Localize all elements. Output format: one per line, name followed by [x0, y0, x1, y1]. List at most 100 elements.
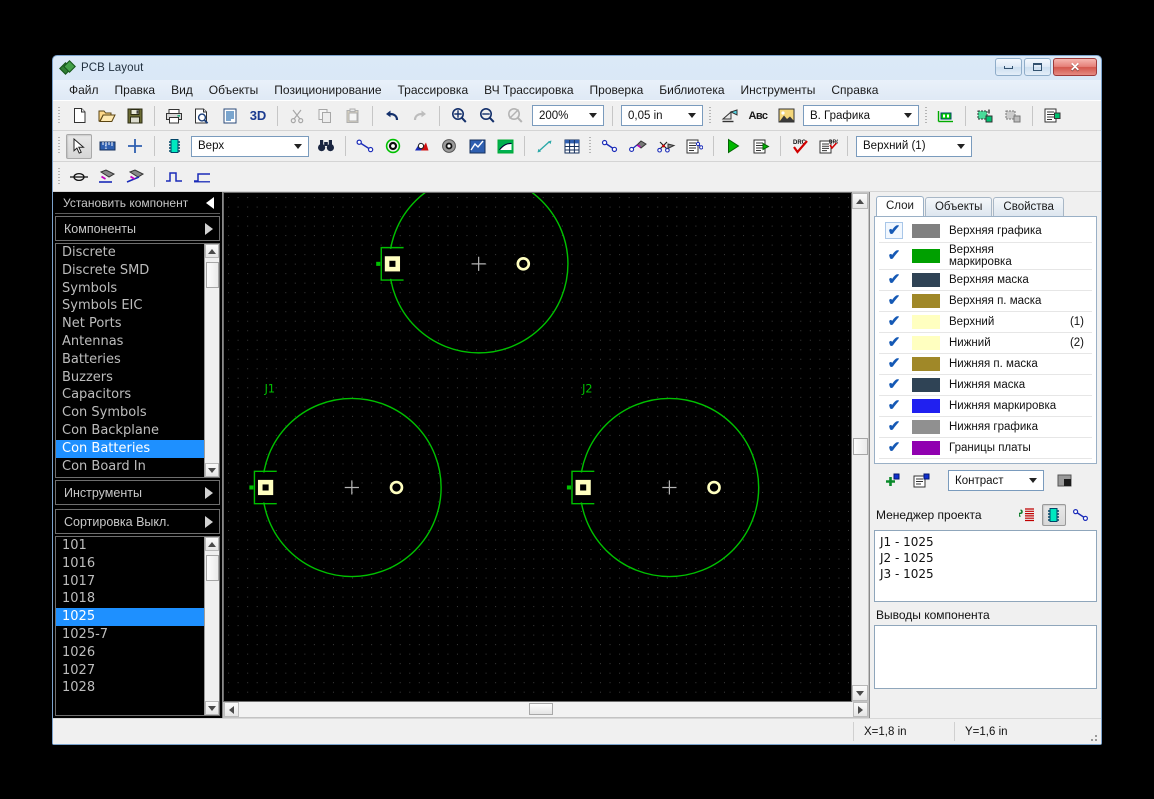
toolbar-grip[interactable]	[56, 135, 63, 157]
category-list-item[interactable]: Net Ports	[56, 315, 204, 333]
redo-button[interactable]	[407, 103, 433, 128]
layer-color-swatch[interactable]	[909, 395, 943, 416]
category-list-item[interactable]: Symbols	[56, 280, 204, 298]
ruler-tool-button[interactable]: 1	[94, 134, 120, 159]
toolbar-grip[interactable]	[56, 166, 63, 188]
category-list-item[interactable]: Capacitors	[56, 386, 204, 404]
scroll-up-button[interactable]	[205, 537, 219, 551]
hole-tool-button[interactable]	[436, 134, 462, 159]
remove-component-button[interactable]	[1000, 103, 1026, 128]
layer-color-swatch[interactable]	[909, 269, 943, 290]
minimize-button[interactable]	[995, 58, 1022, 76]
copy-button[interactable]	[312, 103, 338, 128]
category-list-item[interactable]: Con Board In	[56, 458, 204, 476]
part-list-item[interactable]: 1018	[56, 590, 204, 608]
category-list-item[interactable]: Batteries	[56, 351, 204, 369]
table-grid-button[interactable]	[559, 134, 585, 159]
sort-section-bar[interactable]: Сортировка Выкл.	[55, 509, 220, 534]
close-button[interactable]: ✕	[1053, 58, 1097, 76]
dimension-tool-button[interactable]	[531, 134, 557, 159]
category-list-item[interactable]: Discrete SMD	[56, 262, 204, 280]
part-list-item[interactable]: 1025	[56, 608, 204, 626]
trace-cut-button[interactable]	[653, 134, 679, 159]
layer-visibility-checkbox[interactable]: ✔	[879, 332, 909, 353]
scroll-down-button[interactable]	[205, 701, 219, 715]
menu-item-check[interactable]: Проверка	[582, 81, 652, 99]
layer-row[interactable]: ✔Нижний(2)	[879, 332, 1092, 353]
autoroute-run-button[interactable]	[720, 134, 746, 159]
component-category-list[interactable]: DiscreteDiscrete SMDSymbolsSymbols EICNe…	[55, 243, 220, 478]
image-tool-button[interactable]	[773, 103, 799, 128]
toolbar-grip[interactable]	[587, 135, 594, 157]
menu-item-edit[interactable]: Правка	[107, 81, 164, 99]
layer-row[interactable]: ✔Нижняя маркировка	[879, 395, 1092, 416]
layer-visibility-checkbox[interactable]: ✔	[879, 242, 909, 269]
menu-item-objects[interactable]: Объекты	[201, 81, 267, 99]
layer-row[interactable]: ✔Верхняя графика	[879, 221, 1092, 242]
cut-button[interactable]	[284, 103, 310, 128]
component-tool-button[interactable]	[161, 134, 187, 159]
zoom-level-combo[interactable]: 200%	[532, 105, 604, 126]
category-list-scrollbar[interactable]	[204, 244, 219, 477]
layer-visibility-checkbox[interactable]: ✔	[879, 374, 909, 395]
print-preview-button[interactable]	[189, 103, 215, 128]
layer-color-swatch[interactable]	[909, 374, 943, 395]
layer-row[interactable]: ✔Нижняя маска	[879, 374, 1092, 395]
pad-tool-button[interactable]	[408, 134, 434, 159]
layer-color-swatch[interactable]	[909, 353, 943, 374]
pcb-canvas[interactable]: J1J2	[223, 192, 852, 702]
view-3d-button[interactable]: 3D	[245, 103, 271, 128]
layer-visibility-checkbox[interactable]: ✔	[879, 416, 909, 437]
menu-item-help[interactable]: Справка	[823, 81, 886, 99]
find-button[interactable]	[313, 134, 339, 159]
zoom-out-button[interactable]	[474, 103, 500, 128]
menu-item-view[interactable]: Вид	[163, 81, 201, 99]
save-button[interactable]	[122, 103, 148, 128]
layer-color-swatch[interactable]	[909, 242, 943, 269]
via-tool-button[interactable]	[380, 134, 406, 159]
impedance-button-1[interactable]	[161, 164, 187, 189]
paste-button[interactable]	[340, 103, 366, 128]
open-folder-button[interactable]	[94, 103, 120, 128]
canvas-scroll-right-button[interactable]	[853, 702, 868, 717]
part-list-item[interactable]: 1026	[56, 644, 204, 662]
category-list-item[interactable]: Con Backplane	[56, 422, 204, 440]
layer-color-swatch[interactable]	[909, 311, 943, 332]
drc-report-button[interactable]: DRC	[815, 134, 841, 159]
collapse-left-icon[interactable]	[206, 197, 214, 209]
layer-visibility-checkbox[interactable]: ✔	[879, 290, 909, 311]
current-layer-combo[interactable]: Верхний (1)	[856, 136, 972, 157]
part-list-item[interactable]: 101	[56, 537, 204, 555]
scroll-up-button[interactable]	[205, 244, 219, 258]
canvas-scroll-down-button[interactable]	[852, 685, 868, 701]
drc-check-button[interactable]: DRC	[787, 134, 813, 159]
zoom-in-button[interactable]	[446, 103, 472, 128]
menu-item-tools[interactable]: Инструменты	[733, 81, 824, 99]
canvas-scroll-thumb[interactable]	[853, 438, 868, 455]
graphics-layer-combo[interactable]: В. Графика	[803, 105, 919, 126]
category-list-item[interactable]: Con Symbols	[56, 404, 204, 422]
project-list-item[interactable]: J2 - 1025	[880, 550, 1091, 566]
project-list-item[interactable]: J1 - 1025	[880, 534, 1091, 550]
layer-visibility-checkbox[interactable]: ✔	[879, 269, 909, 290]
components-view-button[interactable]	[1042, 504, 1066, 526]
autoroute-setup-button[interactable]	[748, 134, 774, 159]
resize-grip[interactable]	[1085, 730, 1101, 744]
tab-layers[interactable]: Слои	[876, 196, 924, 216]
line-tool-button[interactable]	[352, 134, 378, 159]
contrast-combo[interactable]: Контраст	[948, 470, 1044, 491]
maximize-button[interactable]	[1024, 58, 1051, 76]
canvas-hscroll-thumb[interactable]	[529, 703, 553, 715]
canvas-hscroll-track[interactable]	[239, 702, 853, 717]
toolbar-grip[interactable]	[707, 105, 714, 127]
layer-color-button[interactable]	[1053, 470, 1077, 492]
part-list[interactable]: 10110161017101810251025-7102610271028	[55, 536, 220, 716]
layer-visibility-checkbox[interactable]: ✔	[879, 221, 909, 242]
category-list-item[interactable]: Symbols EIC	[56, 297, 204, 315]
project-list-item[interactable]: J3 - 1025	[880, 566, 1091, 582]
layer-visibility-checkbox[interactable]: ✔	[879, 353, 909, 374]
project-component-list[interactable]: J1 - 1025J2 - 1025J3 - 1025	[874, 530, 1097, 602]
layer-color-swatch[interactable]	[909, 332, 943, 353]
grid-step-combo[interactable]: 0,05 in	[621, 105, 703, 126]
nets-view-button[interactable]	[1069, 504, 1093, 526]
